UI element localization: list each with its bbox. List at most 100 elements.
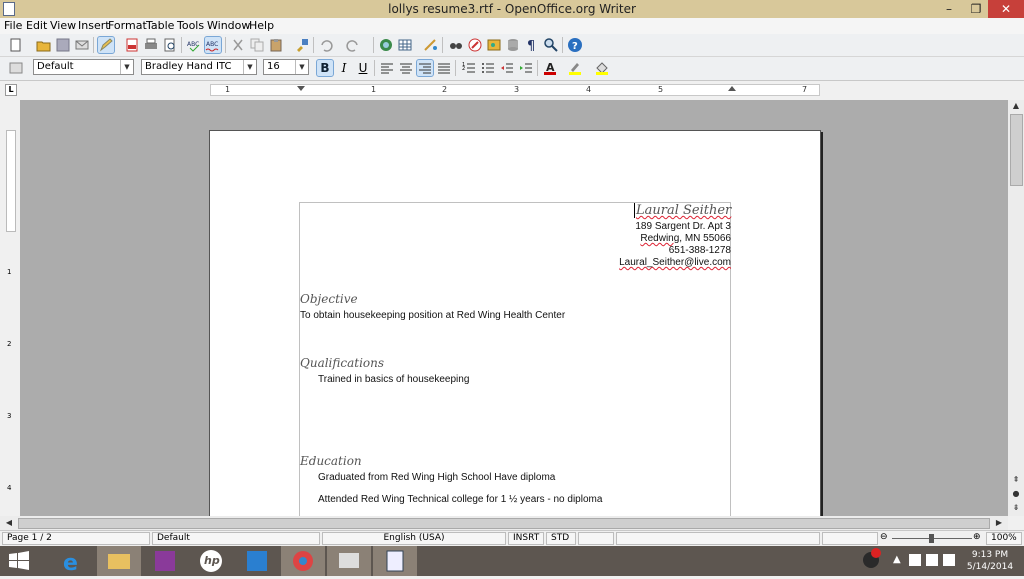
hp-icon[interactable]: hp	[189, 546, 233, 576]
new-document-icon[interactable]	[8, 37, 24, 53]
redo-icon[interactable]	[345, 37, 361, 53]
email-document-icon[interactable]	[74, 37, 90, 53]
export-pdf-icon[interactable]	[124, 37, 140, 53]
numbering-icon[interactable]: 12	[461, 60, 477, 76]
right-indent-marker[interactable]	[728, 86, 736, 91]
insert-mode[interactable]: INSRT	[508, 532, 544, 545]
zoom-slider[interactable]: ⊖ ⊕	[880, 532, 984, 545]
clone-formatting-icon[interactable]	[294, 37, 310, 53]
openoffice-writer-icon[interactable]	[373, 546, 417, 576]
horizontal-scrollbar[interactable]: ◀ ▶	[0, 516, 1008, 530]
zoom-slider-thumb[interactable]	[929, 534, 934, 543]
network-icon[interactable]	[926, 554, 938, 566]
gallery-icon[interactable]	[486, 37, 502, 53]
previous-page-icon[interactable]: ⇞	[1009, 474, 1023, 486]
save-icon[interactable]	[55, 37, 71, 53]
presentation-app-icon[interactable]	[327, 546, 371, 576]
horizontal-ruler[interactable]: 1 1 2 3 4 5 7	[210, 84, 820, 96]
increase-indent-icon[interactable]	[518, 60, 534, 76]
data-sources-icon[interactable]	[505, 37, 521, 53]
chevron-down-icon[interactable]: ▼	[295, 60, 308, 74]
section-heading-education[interactable]: Education	[300, 454, 362, 468]
page-indicator[interactable]: Page 1 / 2	[2, 532, 150, 545]
address-line[interactable]: 189 Sargent Dr. Apt 3	[500, 221, 731, 232]
horizontal-scroll-thumb[interactable]	[18, 518, 990, 529]
document-modified-status[interactable]	[578, 532, 614, 545]
menu-table[interactable]: Table	[146, 19, 174, 32]
font-color-icon[interactable]: A	[542, 60, 558, 76]
menu-insert[interactable]: Insert	[78, 19, 110, 32]
zoom-out-icon[interactable]: ⊖	[880, 532, 888, 542]
internet-explorer-icon[interactable]: e	[51, 546, 95, 576]
styles-formatting-icon[interactable]	[8, 60, 24, 76]
scroll-left-icon[interactable]: ◀	[2, 517, 16, 529]
qualification-item[interactable]: Trained in basics of housekeeping	[318, 374, 469, 385]
align-right-icon[interactable]	[416, 59, 434, 77]
vertical-scroll-thumb[interactable]	[1010, 114, 1023, 186]
scroll-up-icon[interactable]: ▲	[1009, 100, 1023, 112]
left-indent-marker[interactable]	[297, 86, 305, 91]
print-preview-icon[interactable]	[162, 37, 178, 53]
zoom-level[interactable]: 100%	[986, 532, 1022, 545]
paragraph-style-select[interactable]: Default ▼	[33, 59, 134, 75]
print-icon[interactable]	[143, 37, 159, 53]
education-item[interactable]: Graduated from Red Wing High School Have…	[318, 472, 555, 483]
open-folder-icon[interactable]	[36, 37, 52, 53]
bold-button[interactable]: B	[316, 59, 334, 77]
app-shortcut-icon[interactable]	[235, 546, 279, 576]
close-button[interactable]: ✕	[988, 0, 1024, 18]
align-center-icon[interactable]	[398, 60, 414, 76]
zoom-in-icon[interactable]: ⊕	[973, 532, 981, 542]
menu-file[interactable]: File	[4, 19, 22, 32]
menu-edit[interactable]: Edit	[26, 19, 47, 32]
edit-mode-icon[interactable]	[97, 36, 115, 54]
copy-icon[interactable]	[249, 37, 265, 53]
navigation-icon[interactable]: ●	[1009, 488, 1023, 500]
maximize-button[interactable]: ❐	[962, 0, 990, 18]
menu-window[interactable]: Window	[207, 19, 250, 32]
battery-icon[interactable]	[909, 554, 921, 566]
chrome-icon[interactable]	[281, 546, 325, 576]
tray-alert-icon[interactable]	[863, 548, 881, 568]
font-name-select[interactable]: Bradley Hand ITC ▼	[141, 59, 257, 75]
italic-button[interactable]: I	[336, 60, 352, 76]
formatting-marks-icon[interactable]: ¶	[524, 37, 540, 53]
show-draw-functions-icon[interactable]	[423, 37, 439, 53]
start-button[interactable]	[0, 546, 40, 576]
font-size-select[interactable]: 16 ▼	[263, 59, 309, 75]
clock-date[interactable]: 5/14/2014	[963, 562, 1017, 572]
find-replace-icon[interactable]	[448, 37, 464, 53]
background-color-icon[interactable]	[594, 60, 610, 76]
spellcheck-icon[interactable]: ABC	[186, 37, 202, 53]
undo-icon[interactable]	[318, 37, 334, 53]
help-icon[interactable]: ?	[567, 37, 583, 53]
clock-time[interactable]: 9:13 PM	[963, 550, 1017, 560]
vertical-scrollbar[interactable]: ▲ ⇞ ● ⇟	[1008, 100, 1024, 516]
education-item[interactable]: Attended Red Wing Technical college for …	[318, 494, 602, 505]
vertical-ruler[interactable]: 1 2 3 4	[0, 100, 20, 516]
highlighting-icon[interactable]	[567, 60, 583, 76]
chevron-down-icon[interactable]: ▼	[120, 60, 133, 74]
menu-help[interactable]: Help	[249, 19, 274, 32]
navigator-icon[interactable]	[467, 37, 483, 53]
minimize-button[interactable]: –	[935, 0, 963, 18]
section-heading-qualifications[interactable]: Qualifications	[300, 356, 384, 370]
zoom-icon[interactable]	[543, 37, 559, 53]
scroll-right-icon[interactable]: ▶	[992, 517, 1006, 529]
paste-icon[interactable]	[268, 37, 284, 53]
align-left-icon[interactable]	[379, 60, 395, 76]
section-heading-objective[interactable]: Objective	[300, 292, 358, 306]
language-indicator[interactable]: English (USA)	[322, 532, 506, 545]
menu-view[interactable]: View	[50, 19, 76, 32]
view-layout-icons[interactable]	[822, 532, 878, 545]
menu-format[interactable]: Format	[108, 19, 147, 32]
selection-mode[interactable]: STD	[546, 532, 576, 545]
next-page-icon[interactable]: ⇟	[1009, 502, 1023, 514]
decrease-indent-icon[interactable]	[499, 60, 515, 76]
justify-icon[interactable]	[436, 60, 452, 76]
table-icon[interactable]	[397, 37, 413, 53]
city-line[interactable]: Redwing, MN 55066	[500, 233, 731, 244]
tab-stop-selector[interactable]: L	[5, 84, 17, 96]
onenote-icon[interactable]	[143, 546, 187, 576]
show-hidden-icons-icon[interactable]: ▲	[893, 554, 901, 565]
